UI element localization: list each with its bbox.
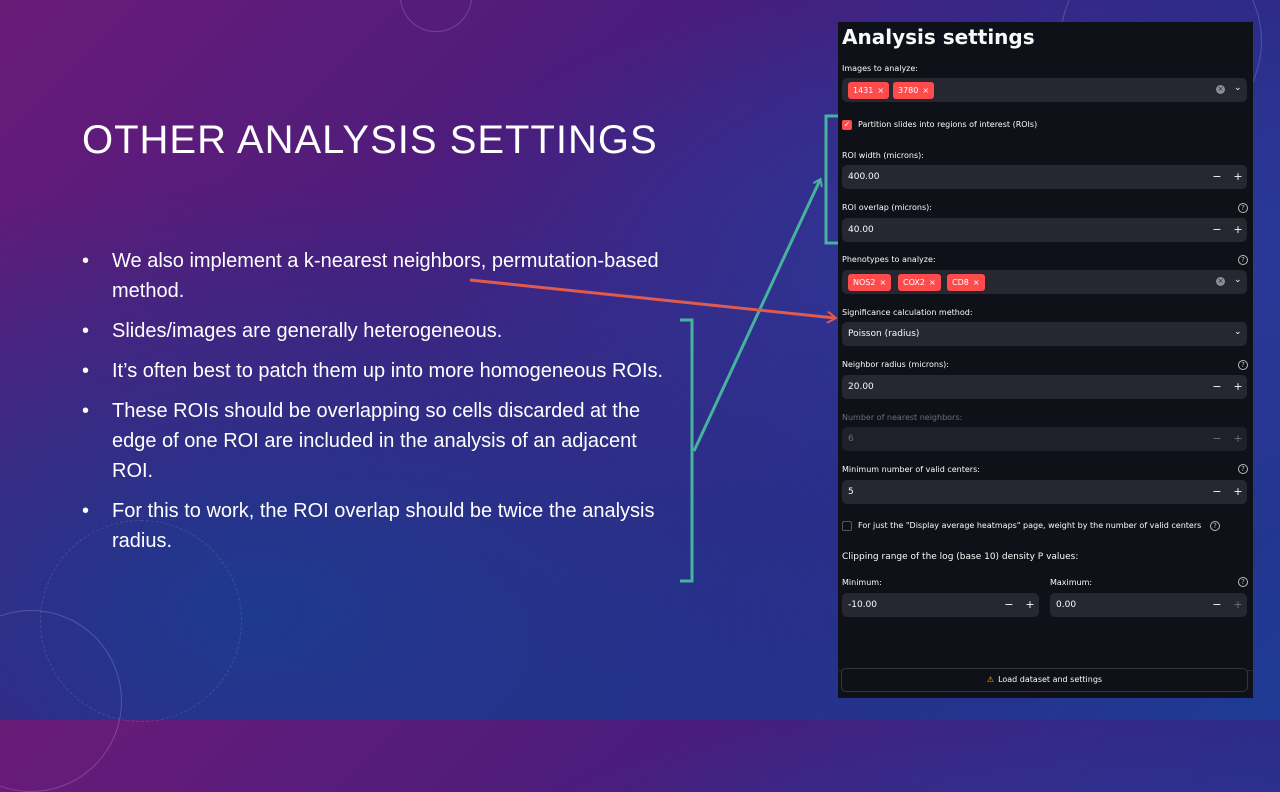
phenotypes-multiselect[interactable]: NOS2 × COX2 × CD8 × × ⌄ [842,270,1247,294]
increment-button[interactable]: + [1231,170,1245,183]
maximum-label: Maximum: [1050,578,1093,587]
neighbor-radius-value: 20.00 [848,382,874,392]
bullet-item: • It’s often best to patch them up into m… [82,356,682,386]
bullet-item: • These ROIs should be overlapping so cel… [82,396,682,486]
images-label: Images to analyze: [842,64,918,73]
clipping-label: Clipping range of the log (base 10) dens… [842,552,1079,562]
help-icon[interactable]: ? [1238,203,1248,213]
phenotype-tag[interactable]: CD8 × [947,274,985,291]
slide-title: OTHER ANALYSIS SETTINGS [82,118,658,162]
remove-tag-icon[interactable]: × [877,86,884,95]
image-tag-label: 1431 [853,86,874,95]
chevron-down-icon[interactable]: ⌄ [1234,327,1242,337]
load-dataset-button[interactable]: ⚠ Load dataset and settings [841,668,1248,692]
help-icon[interactable]: ? [1238,255,1248,265]
background-circle [400,0,472,32]
image-tag-label: 3780 [898,86,919,95]
min-centers-input[interactable]: 5 − + [842,480,1247,504]
remove-tag-icon[interactable]: × [922,86,929,95]
chevron-down-icon[interactable]: ⌄ [1234,275,1242,285]
roi-overlap-value: 40.00 [848,225,874,235]
decrement-button[interactable]: − [1210,598,1224,611]
load-dataset-label: Load dataset and settings [998,675,1103,684]
image-tag[interactable]: 1431 × [848,82,890,99]
phenotype-tag[interactable]: COX2 × [898,274,941,291]
roi-overlap-input[interactable]: 40.00 − + [842,218,1247,242]
significance-select[interactable]: Poisson (radius) ⌄ [842,322,1247,346]
decrement-button[interactable]: − [1210,485,1224,498]
roi-settings-bracket [824,114,838,245]
clear-icon[interactable]: × [1216,277,1225,286]
bullet-dot: • [82,320,90,342]
nearest-neighbors-value: 6 [848,434,854,444]
image-tag[interactable]: 3780 × [893,82,935,99]
minimum-input[interactable]: -10.00 − + [842,593,1039,617]
phenotype-tag-label: CD8 [952,278,969,287]
warning-icon: ⚠ [986,675,995,684]
minimum-label: Minimum: [842,578,882,587]
help-icon[interactable]: ? [1238,360,1248,370]
decrement-button[interactable]: − [1002,598,1016,611]
significance-value: Poisson (radius) [848,329,920,339]
increment-button[interactable]: + [1231,380,1245,393]
minimum-value: -10.00 [848,600,878,610]
phenotype-tag-label: NOS2 [853,278,876,287]
chevron-down-icon[interactable]: ⌄ [1234,83,1242,93]
teal-connector-arrow [692,180,820,452]
bullet-item: • Slides/images are generally heterogeneo… [82,316,682,346]
help-icon[interactable]: ? [1210,521,1220,531]
bullet-text: Slides/images are generally heterogeneou… [112,320,503,342]
nearest-neighbors-label: Number of nearest neighbors: [842,413,963,422]
bullet-dot: • [82,400,90,422]
increment-button: + [1233,598,1243,611]
increment-button[interactable]: + [1023,598,1037,611]
nearest-neighbors-input: 6 − + [842,427,1247,451]
maximum-input[interactable]: 0.00 − + [1050,593,1247,617]
partition-checkbox[interactable]: ✓ [842,120,852,130]
roi-width-value: 400.00 [848,172,880,182]
increment-button[interactable]: + [1231,485,1245,498]
decrement-button[interactable]: − [1210,223,1224,236]
roi-width-label: ROI width (microns): [842,151,924,160]
neighbor-radius-input[interactable]: 20.00 − + [842,375,1247,399]
bullet-list: • We also implement a k-nearest neighbors… [82,246,682,566]
min-centers-label: Minimum number of valid centers: [842,465,980,474]
decrement-button: − [1212,432,1222,445]
bullet-dot: • [82,500,90,522]
images-multiselect[interactable]: 1431 × 3780 × × ⌄ [842,78,1247,102]
bullet-text: These ROIs should be overlapping so cell… [112,400,641,482]
clear-icon[interactable]: × [1216,85,1225,94]
analysis-settings-panel: Analysis settings Images to analyze: 143… [838,22,1253,698]
neighbor-radius-label: Neighbor radius (microns): [842,360,949,369]
heatmap-weight-label: For just the "Display average heatmaps" … [858,521,1202,530]
phenotype-tag-label: COX2 [903,278,925,287]
help-icon[interactable]: ? [1238,577,1248,587]
partition-label: Partition slides into regions of interes… [858,120,1038,129]
min-centers-value: 5 [848,487,854,497]
phenotype-tag[interactable]: NOS2 × [848,274,892,291]
increment-button: + [1233,432,1243,445]
decrement-button[interactable]: − [1210,380,1224,393]
significance-label: Significance calculation method: [842,308,973,317]
bullet-dot: • [82,360,90,382]
heatmap-weight-checkbox[interactable] [842,521,852,531]
roi-overlap-label: ROI overlap (microns): [842,203,932,212]
bullet-dot: • [82,250,90,272]
increment-button[interactable]: + [1231,223,1245,236]
help-icon[interactable]: ? [1238,464,1248,474]
remove-tag-icon[interactable]: × [973,278,980,287]
maximum-value: 0.00 [1056,600,1077,610]
remove-tag-icon[interactable]: × [929,278,936,287]
bullet-item: • For this to work, the ROI overlap shoul… [82,496,682,556]
bullet-text: We also implement a k-nearest neighbors,… [112,250,659,302]
panel-title: Analysis settings [842,25,1035,49]
decrement-button[interactable]: − [1210,170,1224,183]
bullet-text: For this to work, the ROI overlap should… [112,500,655,552]
remove-tag-icon[interactable]: × [879,278,886,287]
roi-width-input[interactable]: 400.00 − + [842,165,1247,189]
phenotypes-label: Phenotypes to analyze: [842,255,936,264]
bullet-text: It’s often best to patch them up into mo… [112,360,664,382]
bullet-item: • We also implement a k-nearest neighbors… [82,246,682,306]
